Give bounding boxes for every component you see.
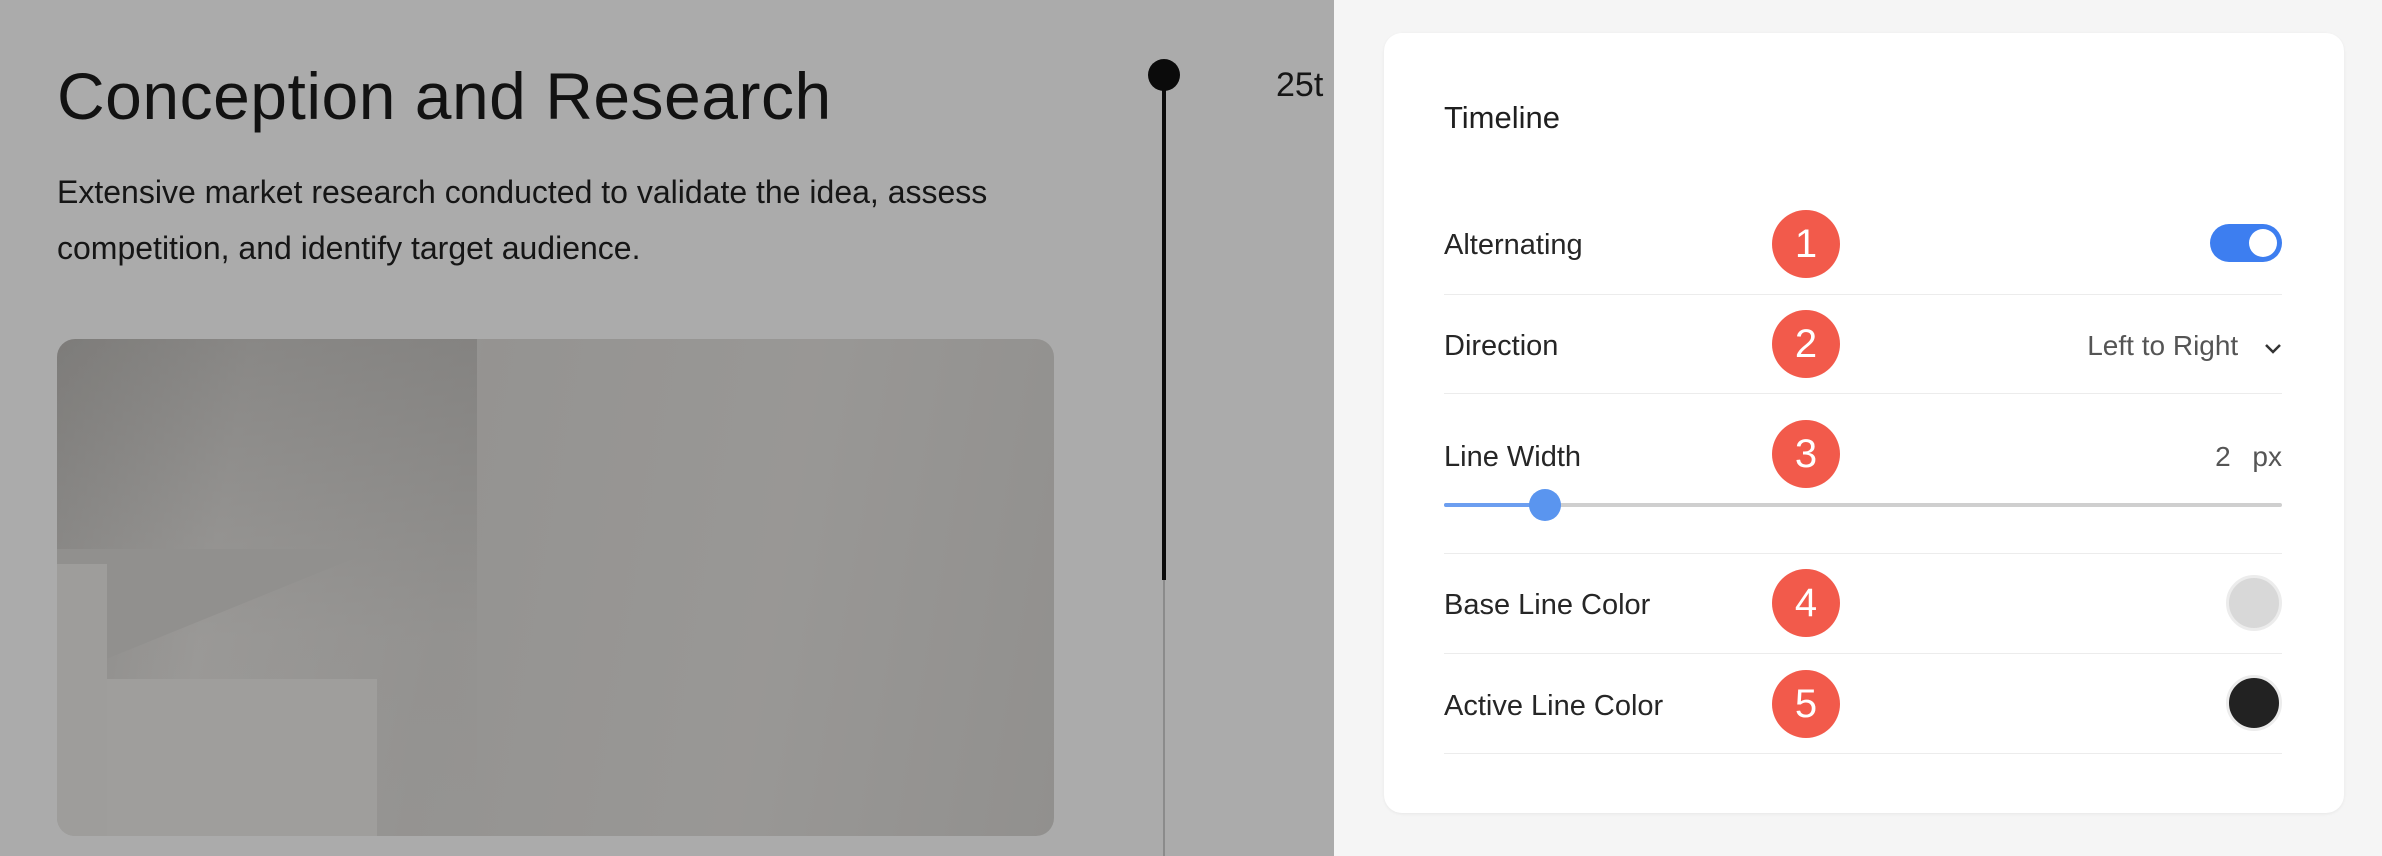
direction-select[interactable]: Left to Right xyxy=(2087,330,2282,362)
panel-title: Timeline xyxy=(1444,100,1560,135)
milestone-date: 25t xyxy=(1276,66,1324,104)
line-width-unit: px xyxy=(2252,441,2282,472)
milestone-description: Extensive market research conducted to v… xyxy=(57,174,988,266)
milestone-title: Conception and Research xyxy=(57,59,832,133)
toggle-knob xyxy=(2249,229,2277,257)
image-stair-step xyxy=(57,564,107,836)
chevron-down-icon xyxy=(2264,330,2282,362)
line-width-label: Line Width xyxy=(1444,441,1582,473)
active-line-color-label: Active Line Color xyxy=(1444,690,1664,722)
callout-badge-1: 1 xyxy=(1772,210,1840,278)
image-stair-step xyxy=(107,679,377,836)
line-width-number: 2 xyxy=(2215,441,2231,472)
alternating-row: Alternating 1 xyxy=(1444,194,2282,295)
line-width-row: Line Width 3 2 px xyxy=(1444,393,2282,554)
direction-value: Left to Right xyxy=(2087,330,2239,361)
timeline-preview: Conception and Research Extensive market… xyxy=(0,0,1334,856)
active-line-color-row: Active Line Color 5 xyxy=(1444,653,2282,754)
timeline-base-line xyxy=(1163,580,1165,856)
base-line-color-swatch[interactable] xyxy=(2226,575,2282,631)
line-width-value[interactable]: 2 px xyxy=(2215,441,2282,473)
alternating-label: Alternating xyxy=(1444,229,1583,261)
alternating-toggle[interactable] xyxy=(2210,224,2282,262)
direction-row: Direction 2 Left to Right xyxy=(1444,294,2282,394)
timeline-active-line xyxy=(1162,70,1166,580)
callout-badge-2: 2 xyxy=(1772,310,1840,378)
line-width-slider[interactable] xyxy=(1444,489,2282,521)
slider-thumb[interactable] xyxy=(1529,489,1561,521)
base-line-color-row: Base Line Color 4 xyxy=(1444,553,2282,654)
callout-badge-5: 5 xyxy=(1772,670,1840,738)
milestone-image xyxy=(57,339,1054,836)
direction-label: Direction xyxy=(1444,330,1559,362)
active-line-color-swatch[interactable] xyxy=(2226,675,2282,731)
callout-badge-4: 4 xyxy=(1772,569,1840,637)
timeline-dot xyxy=(1148,59,1180,91)
timeline-settings-panel: Timeline Alternating 1 Direction 2 Left … xyxy=(1384,33,2344,813)
callout-badge-3: 3 xyxy=(1772,420,1840,488)
base-line-color-label: Base Line Color xyxy=(1444,589,1651,621)
